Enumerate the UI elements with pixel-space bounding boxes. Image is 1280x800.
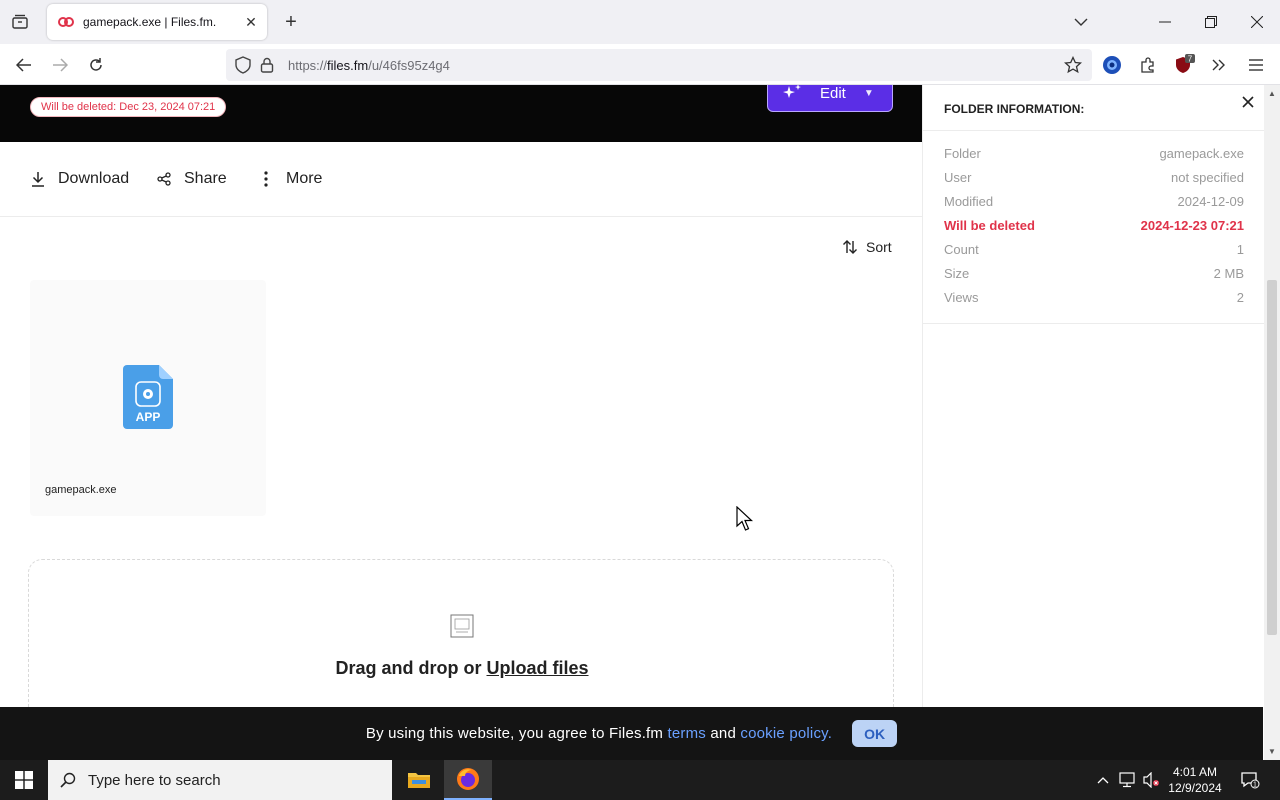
tracking-protection-icon[interactable] bbox=[232, 54, 254, 76]
file-card[interactable]: APP gamepack.exe bbox=[30, 280, 266, 516]
info-row-modified: Modified 2024-12-09 bbox=[944, 193, 1244, 209]
page-content: Will be deleted: Dec 23, 2024 07:21 Edit… bbox=[0, 85, 1264, 760]
scroll-thumb[interactable] bbox=[1267, 280, 1277, 635]
file-explorer-icon[interactable] bbox=[395, 760, 443, 800]
tab-title: gamepack.exe | Files.fm. bbox=[83, 15, 217, 29]
scroll-down-icon[interactable]: ▼ bbox=[1267, 746, 1277, 756]
extension-badge-count: 7 bbox=[1188, 55, 1193, 64]
taskbar-search[interactable]: Type here to search bbox=[48, 760, 392, 800]
dropzone-label: Drag and drop or bbox=[335, 658, 482, 678]
info-row-count: Count 1 bbox=[944, 241, 1244, 257]
restore-icon[interactable] bbox=[1188, 0, 1234, 44]
mouse-cursor-icon bbox=[736, 506, 754, 531]
extensions-puzzle-icon[interactable] bbox=[1134, 51, 1162, 79]
windows-taskbar: Type here to search 4:01 AM 12/9/2024 1 bbox=[0, 760, 1280, 800]
more-vertical-icon bbox=[256, 169, 276, 189]
account-extension-icon[interactable] bbox=[1098, 51, 1126, 79]
volume-muted-icon[interactable] bbox=[1140, 760, 1162, 800]
dropzone-text: Drag and drop or Upload files bbox=[29, 658, 895, 679]
clock-time: 4:01 AM bbox=[1172, 765, 1218, 779]
reload-icon[interactable] bbox=[82, 51, 110, 79]
lock-icon[interactable] bbox=[256, 54, 278, 76]
windows-start-icon[interactable] bbox=[0, 760, 48, 800]
forward-icon[interactable] bbox=[46, 51, 74, 79]
file-actions-bar: Download Share More bbox=[0, 142, 922, 217]
share-label: Share bbox=[184, 170, 227, 187]
url-text: https://files.fm/u/46fs95z4g4 bbox=[288, 57, 450, 73]
upload-image-icon bbox=[450, 614, 474, 638]
cookie-banner: By using this website, you agree to File… bbox=[0, 707, 1263, 760]
search-icon bbox=[48, 772, 88, 788]
terms-link[interactable]: terms bbox=[668, 725, 707, 742]
sparkle-icon bbox=[782, 85, 804, 105]
cookie-ok-button[interactable]: OK bbox=[852, 720, 898, 747]
info-row-folder: Folder gamepack.exe bbox=[944, 145, 1244, 161]
overflow-chevron-icon[interactable] bbox=[1205, 51, 1233, 79]
more-button[interactable]: More bbox=[256, 169, 322, 189]
info-row-size: Size 2 MB bbox=[944, 265, 1244, 281]
taskbar-clock[interactable]: 4:01 AM 12/9/2024 bbox=[1162, 764, 1228, 796]
cookie-policy-link[interactable]: cookie policy. bbox=[740, 725, 832, 742]
panel-divider bbox=[923, 323, 1264, 324]
panel-title: FOLDER INFORMATION: bbox=[944, 102, 1085, 116]
browser-nav-bar: https://files.fm/u/46fs95z4g4 7 bbox=[0, 44, 1280, 85]
bookmark-star-icon[interactable] bbox=[1059, 51, 1087, 79]
app-menu-icon[interactable] bbox=[1242, 51, 1270, 79]
page-scrollbar[interactable]: ▲ ▼ bbox=[1264, 85, 1280, 760]
network-icon[interactable] bbox=[1116, 760, 1138, 800]
cookie-text: By using this website, you agree to File… bbox=[365, 725, 833, 742]
download-label: Download bbox=[58, 170, 130, 187]
browser-tab[interactable]: gamepack.exe | Files.fm. ✕ bbox=[47, 4, 267, 40]
edit-label: Edit bbox=[820, 85, 846, 102]
close-window-icon[interactable] bbox=[1234, 0, 1280, 44]
deletion-notice-badge: Will be deleted: Dec 23, 2024 07:21 bbox=[30, 97, 227, 117]
file-type-label: APP bbox=[136, 410, 161, 424]
more-label: More bbox=[286, 170, 323, 187]
close-icon[interactable] bbox=[1237, 91, 1259, 113]
firefox-taskbar-icon[interactable] bbox=[444, 760, 492, 800]
notification-count: 1 bbox=[1253, 782, 1257, 789]
tab-list-icon[interactable] bbox=[6, 9, 34, 35]
share-icon bbox=[154, 169, 174, 189]
clock-date: 12/9/2024 bbox=[1168, 781, 1222, 795]
tab-close-icon[interactable]: ✕ bbox=[239, 10, 263, 34]
app-file-icon: APP bbox=[123, 365, 173, 429]
panel-header: FOLDER INFORMATION: bbox=[923, 85, 1264, 131]
share-button[interactable]: Share bbox=[154, 169, 227, 189]
folder-info-list: Folder gamepack.exe User not specified Mod… bbox=[944, 141, 1244, 309]
back-icon[interactable] bbox=[10, 51, 38, 79]
folder-info-panel: FOLDER INFORMATION: Folder gamepack.exe U… bbox=[922, 85, 1264, 760]
search-placeholder: Type here to search bbox=[88, 771, 221, 789]
file-name: gamepack.exe bbox=[45, 484, 117, 496]
address-bar[interactable]: https://files.fm/u/46fs95z4g4 bbox=[226, 49, 1092, 81]
chevron-down-icon: ▼ bbox=[863, 88, 874, 99]
sort-icon bbox=[840, 237, 860, 257]
ublock-shield-icon[interactable]: 7 bbox=[1170, 51, 1198, 79]
filesfm-favicon-icon bbox=[57, 13, 75, 31]
info-row-views: Views 2 bbox=[944, 289, 1244, 305]
scroll-up-icon[interactable]: ▲ bbox=[1267, 88, 1277, 98]
info-row-deletion: Will be deleted 2024-12-23 07:21 bbox=[944, 217, 1244, 233]
browser-tab-bar: gamepack.exe | Files.fm. ✕ + bbox=[0, 0, 1280, 44]
upload-files-link[interactable]: Upload files bbox=[487, 658, 589, 678]
list-all-tabs-icon[interactable] bbox=[1058, 0, 1104, 44]
download-button[interactable]: Download bbox=[28, 169, 129, 189]
info-row-user: User not specified bbox=[944, 169, 1244, 185]
sort-label: Sort bbox=[866, 239, 892, 255]
notifications-icon[interactable]: 1 bbox=[1236, 760, 1264, 800]
download-icon bbox=[28, 169, 48, 189]
folder-header: Will be deleted: Dec 23, 2024 07:21 Edit… bbox=[0, 85, 922, 142]
new-tab-icon[interactable]: + bbox=[278, 9, 304, 35]
minimize-icon[interactable] bbox=[1142, 0, 1188, 44]
tray-expand-icon[interactable] bbox=[1093, 760, 1113, 800]
sort-button[interactable]: Sort bbox=[840, 237, 892, 257]
edit-button[interactable]: Edit ▼ bbox=[767, 85, 893, 112]
